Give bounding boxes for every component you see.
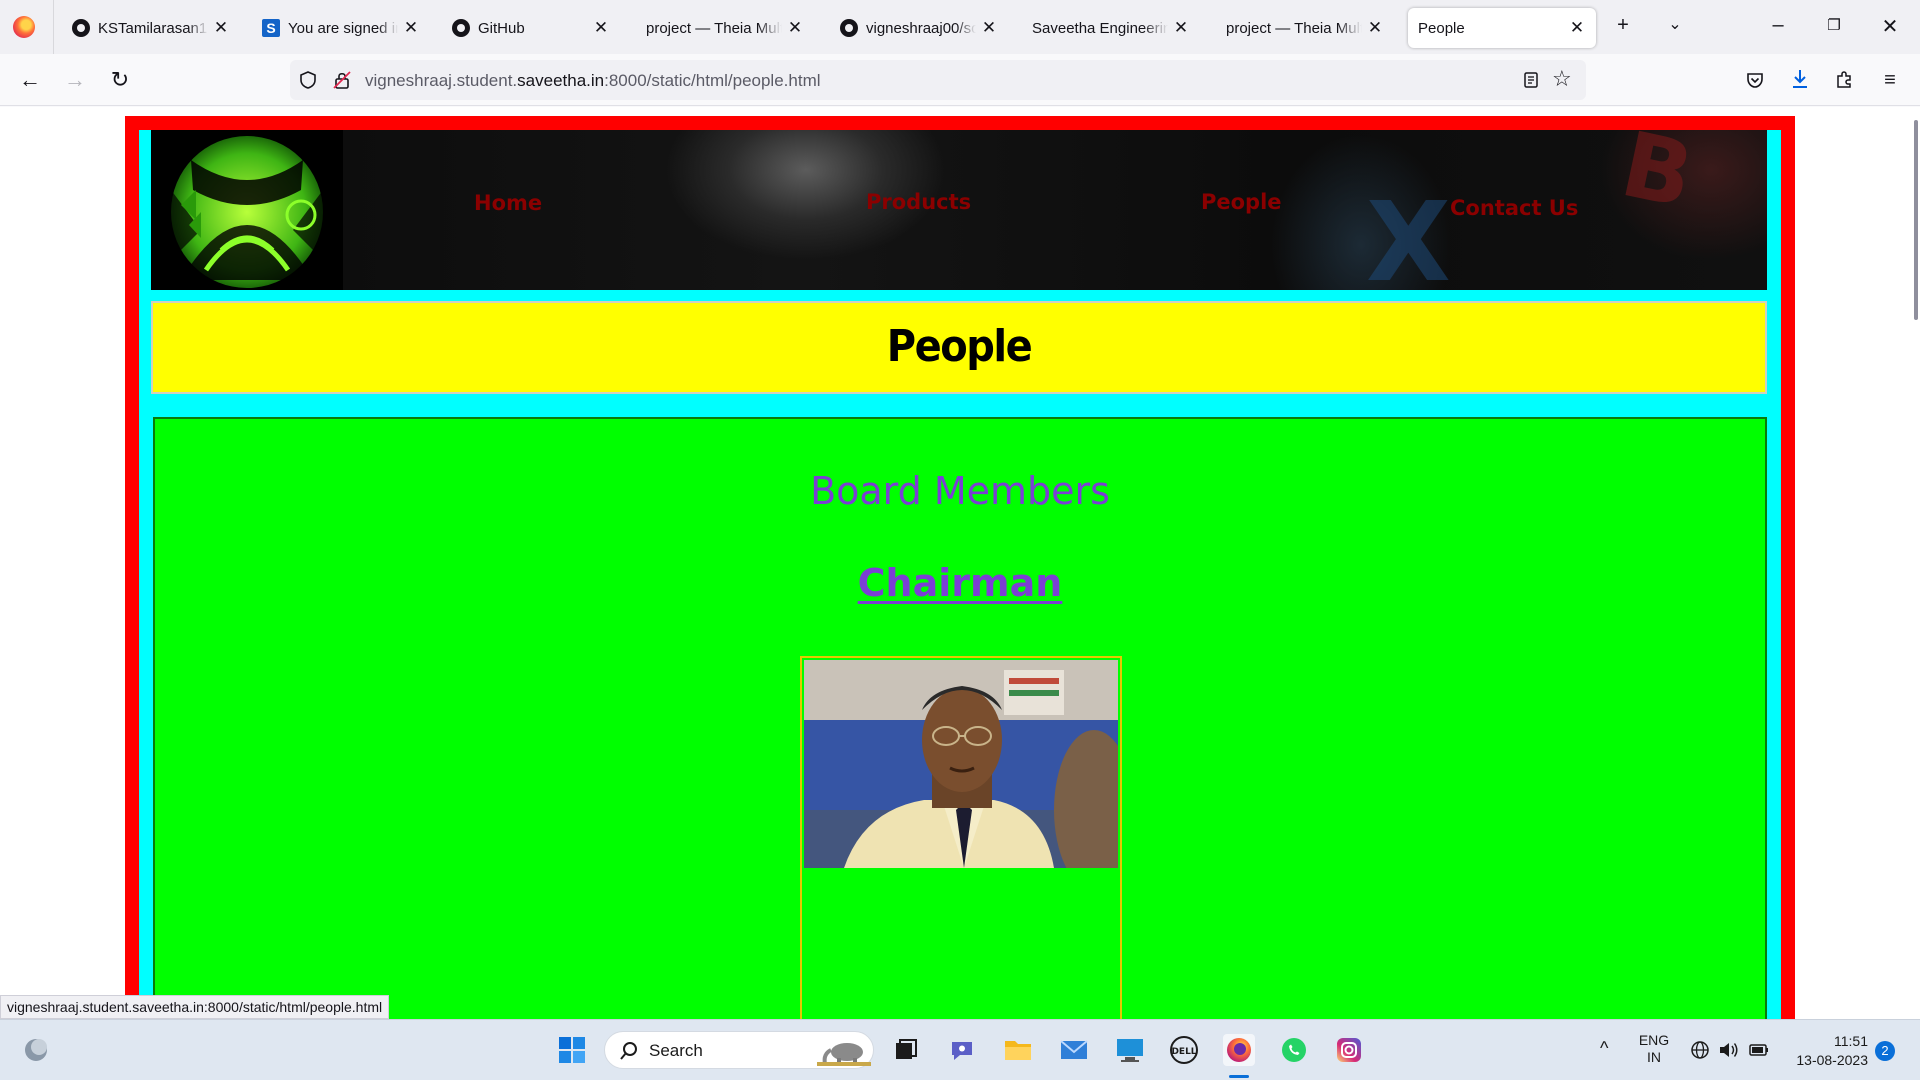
tab-6[interactable]: Saveetha Engineering ✕: [1022, 8, 1200, 48]
tab-1[interactable]: KSTamilarasan17/s ✕: [62, 8, 240, 48]
xbox-logo: [151, 130, 343, 290]
tab-title: GitHub: [478, 19, 525, 37]
close-tab-icon[interactable]: ✕: [212, 18, 230, 38]
volume-speaker-icon[interactable]: [1718, 1040, 1740, 1060]
tab-people-active[interactable]: People ✕: [1408, 8, 1596, 48]
active-app-indicator: [1229, 1075, 1249, 1078]
taskbar-search-box[interactable]: Search: [604, 1031, 874, 1069]
pocket-icon[interactable]: [1745, 70, 1765, 90]
s-icon: S: [262, 19, 280, 37]
tab-3[interactable]: GitHub ✕: [442, 8, 620, 48]
back-arrow-icon[interactable]: ←: [14, 64, 46, 96]
status-link-preview: vigneshraaj.student.saveetha.in:8000/sta…: [0, 995, 390, 1019]
tab-4[interactable]: project — Theia Multi- ✕: [636, 8, 814, 48]
tab-separator: [53, 0, 54, 54]
windows-start-icon[interactable]: [556, 1034, 588, 1066]
insecure-lock-icon[interactable]: [332, 70, 352, 90]
outer-red-border: X B Home Products People Contact Us Peop…: [125, 116, 1795, 1019]
nav-link-people[interactable]: People: [1201, 190, 1282, 214]
search-icon: [620, 1042, 637, 1060]
firefox-taskbar-icon[interactable]: [1223, 1034, 1255, 1066]
remote-desktop-icon[interactable]: [1114, 1034, 1146, 1066]
tab-title: KSTamilarasan17/s: [98, 19, 208, 37]
board-members-section: Board Members Chairman: [153, 417, 1767, 1019]
browser-tab-strip: KSTamilarasan17/s ✕ S You are signed in …: [0, 0, 1920, 54]
tab-title: You are signed in a: [288, 19, 398, 37]
github-icon: [840, 19, 858, 37]
windows-taskbar: Search DELL ^ ENG IN 11:51 13-08-2023 2: [0, 1019, 1920, 1080]
close-tab-icon[interactable]: ✕: [786, 18, 804, 38]
svg-text:DELL: DELL: [1171, 1047, 1196, 1057]
scrollbar-thumb[interactable]: [1914, 120, 1918, 320]
inner-cyan-container: X B Home Products People Contact Us Peop…: [139, 130, 1781, 1019]
extensions-puzzle-icon[interactable]: [1834, 69, 1854, 89]
dell-icon[interactable]: DELL: [1168, 1034, 1200, 1066]
close-window-icon[interactable]: ✕: [1876, 14, 1904, 39]
tab-title: project — Theia Multi-: [646, 19, 782, 37]
downloads-icon[interactable]: [1790, 68, 1810, 90]
battery-icon[interactable]: [1748, 1040, 1770, 1060]
reload-icon[interactable]: ↻: [104, 64, 136, 96]
page-title: People: [886, 321, 1033, 373]
section-heading-board-members: Board Members: [810, 469, 1110, 513]
clock-date: 13-08-2023: [1796, 1052, 1868, 1068]
network-globe-icon[interactable]: [1690, 1040, 1710, 1060]
notification-count-badge[interactable]: 2: [1875, 1041, 1895, 1061]
header-banner: X B Home Products People Contact Us: [151, 130, 1767, 290]
url-text[interactable]: vigneshraaj.student.saveetha.in:8000/sta…: [365, 71, 821, 91]
widgets-weather-icon[interactable]: [20, 1034, 52, 1066]
hamburger-menu-icon[interactable]: ≡: [1874, 64, 1906, 96]
minimize-window-icon[interactable]: –: [1764, 14, 1792, 37]
search-highlight-elephant-icon: [817, 1043, 871, 1066]
tab-2[interactable]: S You are signed in a ✕: [252, 8, 430, 48]
web-content-viewport: X B Home Products People Contact Us Peop…: [0, 107, 1920, 1019]
controller-x-button-graphic: X: [1366, 178, 1451, 290]
tab-7[interactable]: project — Theia Multi- ✕: [1216, 8, 1394, 48]
chairman-card: [800, 656, 1122, 1019]
github-icon: [452, 19, 470, 37]
bookmark-star-icon[interactable]: ☆: [1552, 66, 1572, 92]
page-title-box: People: [151, 301, 1767, 394]
address-bar[interactable]: vigneshraaj.student.saveetha.in:8000/sta…: [290, 60, 1586, 100]
close-tab-icon[interactable]: ✕: [1366, 18, 1384, 38]
chairman-photo: [804, 660, 1118, 868]
search-label: Search: [649, 1041, 703, 1060]
close-tab-icon[interactable]: ✕: [980, 18, 998, 38]
controller-b-button-graphic: B: [1612, 130, 1702, 229]
tab-title: People: [1418, 19, 1465, 37]
clock[interactable]: 11:51 13-08-2023: [1788, 1032, 1868, 1070]
reader-view-icon[interactable]: [1522, 71, 1540, 89]
forward-arrow-icon[interactable]: →: [59, 64, 91, 96]
browser-navigation-bar: ← → ↻ vigneshraaj.student.saveetha.in:80…: [0, 54, 1920, 106]
file-explorer-icon[interactable]: [1002, 1034, 1034, 1066]
tab-title: project — Theia Multi-: [1226, 19, 1362, 37]
whatsapp-icon[interactable]: [1278, 1034, 1310, 1066]
nav-link-contact-us[interactable]: Contact Us: [1450, 196, 1578, 220]
input-language-indicator[interactable]: ENG IN: [1634, 1032, 1674, 1066]
clock-time: 11:51: [1834, 1033, 1868, 1049]
chairman-link[interactable]: Chairman: [155, 561, 1765, 605]
tab-title: Saveetha Engineering: [1032, 19, 1168, 37]
nav-link-products[interactable]: Products: [866, 190, 971, 214]
vertical-scrollbar[interactable]: [1912, 107, 1920, 1019]
instagram-icon[interactable]: [1333, 1034, 1365, 1066]
restore-window-icon[interactable]: ❐: [1820, 16, 1848, 34]
github-icon: [72, 19, 90, 37]
nav-link-home[interactable]: Home: [474, 191, 542, 215]
close-tab-icon[interactable]: ✕: [592, 18, 610, 38]
tab-title: vigneshraaj00/soft: [866, 19, 976, 37]
close-tab-icon[interactable]: ✕: [402, 18, 420, 38]
firefox-menu-icon[interactable]: [13, 16, 35, 38]
close-tab-icon[interactable]: ✕: [1568, 18, 1586, 38]
mail-icon[interactable]: [1058, 1034, 1090, 1066]
list-all-tabs-chevron-icon[interactable]: ⌄: [1662, 14, 1688, 34]
tab-5[interactable]: vigneshraaj00/soft ✕: [830, 8, 1008, 48]
close-tab-icon[interactable]: ✕: [1172, 18, 1190, 38]
task-view-icon[interactable]: [890, 1034, 922, 1066]
show-hidden-icons-chevron[interactable]: ^: [1600, 1038, 1608, 1059]
shield-icon[interactable]: [298, 70, 318, 90]
new-tab-plus-icon[interactable]: +: [1610, 14, 1636, 37]
teams-chat-icon[interactable]: [946, 1034, 978, 1066]
